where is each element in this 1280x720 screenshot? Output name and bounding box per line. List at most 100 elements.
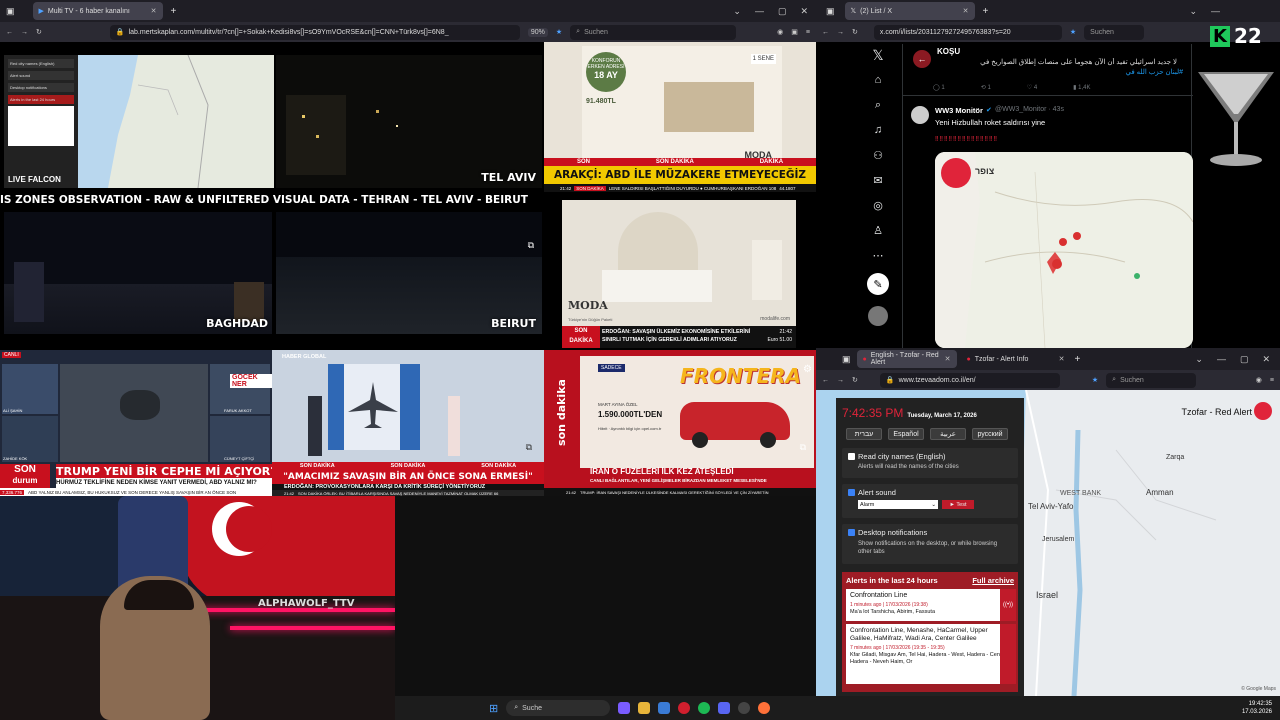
firefox-icon[interactable] bbox=[758, 702, 771, 714]
test-button[interactable]: ► Test bbox=[942, 500, 974, 509]
alert-sound-option[interactable]: Alert sound Alarm ⌄ ► Test bbox=[842, 484, 1018, 518]
desktop-notifications-option[interactable]: Desktop notifications Show notifications… bbox=[842, 524, 1018, 564]
account-icon[interactable]: ◉ bbox=[1256, 376, 1262, 384]
chevron-down-icon[interactable]: ⌄ bbox=[1189, 6, 1197, 17]
alert-sound-checkbox[interactable] bbox=[848, 489, 855, 496]
cnnturk-tile[interactable]: CANLI ALİ ŞAHİN ZAHİDE KÖK FARUK AKKOT C… bbox=[0, 350, 272, 496]
pip-icon[interactable]: ⧉ bbox=[800, 442, 806, 453]
new-tab-icon[interactable]: + bbox=[171, 6, 177, 17]
maximize-icon[interactable]: ▢ bbox=[1240, 354, 1249, 365]
minimize-icon[interactable]: — bbox=[1217, 354, 1226, 364]
extension-icon[interactable]: ▣ bbox=[791, 28, 798, 36]
full-archive-link[interactable]: Full archive bbox=[972, 576, 1014, 585]
reload-icon[interactable]: ↻ bbox=[852, 376, 858, 384]
minimize-icon[interactable]: — bbox=[1211, 6, 1220, 16]
more-icon[interactable]: ⋯ bbox=[871, 248, 885, 262]
home-icon[interactable]: ⌂ bbox=[871, 73, 885, 87]
lang-hebrew-button[interactable]: עברית bbox=[846, 428, 882, 440]
menu-icon[interactable]: ≡ bbox=[806, 29, 810, 36]
chevron-down-icon[interactable]: ⌄ bbox=[733, 6, 741, 17]
new-tab-icon[interactable]: + bbox=[983, 6, 989, 17]
store-icon[interactable] bbox=[658, 702, 671, 714]
bookmark-star-icon[interactable]: ★ bbox=[1092, 376, 1098, 384]
arakci-news[interactable]: SON SON DAKİKA DAKİKA ARAKÇİ: ABD İLE MÜ… bbox=[544, 158, 816, 192]
speaker-icon[interactable]: ((•)) bbox=[1000, 589, 1016, 621]
x-logo-icon[interactable]: 𝕏 bbox=[871, 47, 885, 63]
frontera-ad[interactable]: SADECE FRONTERA MART AYINA ÖZEL 1.590.00… bbox=[580, 356, 814, 468]
reply-icon[interactable]: ◯ 1 bbox=[933, 84, 945, 91]
bookmark-star-icon[interactable]: ★ bbox=[1070, 28, 1076, 36]
alert-item[interactable]: Confrontation Line 1 minutes ago | 17/03… bbox=[846, 589, 1016, 621]
moda-ad-2[interactable]: MODA Türkiye'nin Düğün Paketi modalife.c… bbox=[562, 200, 796, 326]
back-icon[interactable]: ← bbox=[6, 29, 13, 36]
account-icon[interactable]: ◉ bbox=[777, 28, 783, 36]
mini-tzofar-tile[interactable]: Red city names (English) Alert sound Des… bbox=[4, 55, 274, 188]
pip-icon[interactable]: ⧉ bbox=[528, 240, 534, 251]
sound-select[interactable]: Alarm ⌄ bbox=[858, 500, 938, 509]
bookmark-star-icon[interactable]: ★ bbox=[556, 28, 562, 36]
tab-list-icon[interactable]: ▣ bbox=[842, 354, 851, 365]
views-icon[interactable]: ▮ 1,4K bbox=[1073, 84, 1090, 91]
obs-icon[interactable] bbox=[738, 702, 751, 714]
x-address-bar[interactable]: x.com/i/lists/2031127927249576383?s=20 bbox=[873, 24, 1062, 40]
beirut-cam[interactable]: ⧉ BEIRUT bbox=[276, 212, 542, 334]
back-icon[interactable]: ← bbox=[822, 29, 829, 36]
back-icon[interactable]: ← bbox=[822, 377, 829, 384]
back-arrow-icon[interactable]: ← bbox=[913, 50, 931, 68]
reload-icon[interactable]: ↻ bbox=[36, 28, 42, 36]
maximize-icon[interactable]: ▢ bbox=[778, 6, 787, 17]
close-window-icon[interactable]: ✕ bbox=[800, 6, 808, 17]
account-avatar[interactable] bbox=[868, 306, 888, 326]
top-post[interactable]: ← KOŞU لا جديد اسرائيلي تفيد أن الآن هجو… bbox=[903, 44, 1193, 96]
new-tab-icon[interactable]: + bbox=[1075, 354, 1081, 365]
ww3-post[interactable]: WW3 Monitör ✔ @WW3_Monitor · 43s Yeni Hi… bbox=[903, 98, 1193, 348]
pip-icon[interactable]: ⧉ bbox=[526, 442, 532, 453]
reload-icon[interactable]: ↻ bbox=[852, 28, 858, 36]
tab-tzofar-english[interactable]: ● English - Tzofar - Red Alert ✕ bbox=[856, 350, 957, 368]
zoom-badge[interactable]: 90% bbox=[527, 27, 548, 37]
grok-icon[interactable]: ◎ bbox=[871, 198, 885, 212]
speaker-icon[interactable] bbox=[1000, 624, 1016, 684]
menu-icon[interactable]: ≡ bbox=[1270, 377, 1274, 384]
forward-icon[interactable]: → bbox=[837, 29, 844, 36]
tab-list-icon[interactable]: ▣ bbox=[6, 6, 15, 17]
close-window-icon[interactable]: ✕ bbox=[1262, 354, 1270, 365]
haberglobal-tile[interactable]: HABER GLOBAL ⧉ SON DAKİKA SON DAKİKA SON… bbox=[272, 350, 544, 496]
file-explorer-icon[interactable] bbox=[638, 702, 651, 714]
lang-spanish-button[interactable]: Español bbox=[888, 428, 924, 440]
lang-russian-button[interactable]: русский bbox=[972, 428, 1008, 440]
messages-icon[interactable]: ✉ bbox=[871, 173, 885, 187]
minimize-icon[interactable]: — bbox=[755, 6, 764, 16]
opera-icon[interactable] bbox=[678, 702, 691, 714]
follow-icon[interactable]: ⚇ bbox=[871, 148, 885, 162]
system-clock[interactable]: 19:42:35 17.03.2026 bbox=[1242, 700, 1272, 716]
desktop-notif-checkbox[interactable] bbox=[848, 529, 855, 536]
repost-icon[interactable]: ⟲ 1 bbox=[981, 84, 991, 91]
explore-search-icon[interactable]: ⌕ bbox=[871, 98, 885, 112]
search-box[interactable]: ⌕ Suchen bbox=[570, 24, 737, 40]
discord-icon[interactable] bbox=[718, 702, 731, 714]
close-tab-icon[interactable]: ✕ bbox=[963, 7, 969, 15]
profile-icon[interactable]: ♙ bbox=[871, 223, 885, 237]
close-tab-icon[interactable]: ✕ bbox=[945, 355, 951, 363]
taskbar-search[interactable]: ⌕ Suche bbox=[506, 700, 611, 716]
like-icon[interactable]: ♡ 4 bbox=[1027, 84, 1037, 91]
forward-icon[interactable]: → bbox=[21, 29, 28, 36]
chevron-down-icon[interactable]: ⌄ bbox=[1195, 354, 1203, 365]
tab-multitv[interactable]: ▶ Multi TV - 6 haber kanalını ✕ bbox=[32, 2, 163, 20]
post-button-icon[interactable]: ✎ bbox=[867, 273, 889, 295]
alert-item[interactable]: Confrontation Line, Menashe, HaCarmel, U… bbox=[846, 624, 1016, 684]
copilot-icon[interactable] bbox=[618, 702, 631, 714]
tab-list-icon[interactable]: ▣ bbox=[826, 6, 835, 17]
address-bar[interactable]: 🔒 lab.mertskaplan.com/multitv/tr/?cn[]=+… bbox=[109, 24, 520, 40]
tzofar-search-box[interactable]: ⌕ Suchen bbox=[1106, 372, 1197, 388]
sondakika-tile[interactable]: son dakika SADECE FRONTERA MART AYINA ÖZ… bbox=[544, 350, 816, 496]
notifications-icon[interactable]: ♫ bbox=[871, 123, 885, 137]
erdogan-news[interactable]: SON DAKİKA ERDOĞAN: SAVAŞIN ÜLKEMİZ EKON… bbox=[562, 326, 796, 348]
close-tab-icon[interactable]: ✕ bbox=[151, 7, 157, 15]
forward-icon[interactable]: → bbox=[837, 377, 844, 384]
x-search-box[interactable]: Suchen bbox=[1084, 24, 1145, 40]
tzofar-address-bar[interactable]: 🔒 www.tzevaadom.co.il/en/ bbox=[879, 372, 1060, 388]
windows-start-icon[interactable]: ⊞ bbox=[489, 702, 498, 715]
post-image-map[interactable]: צופר bbox=[935, 152, 1193, 348]
